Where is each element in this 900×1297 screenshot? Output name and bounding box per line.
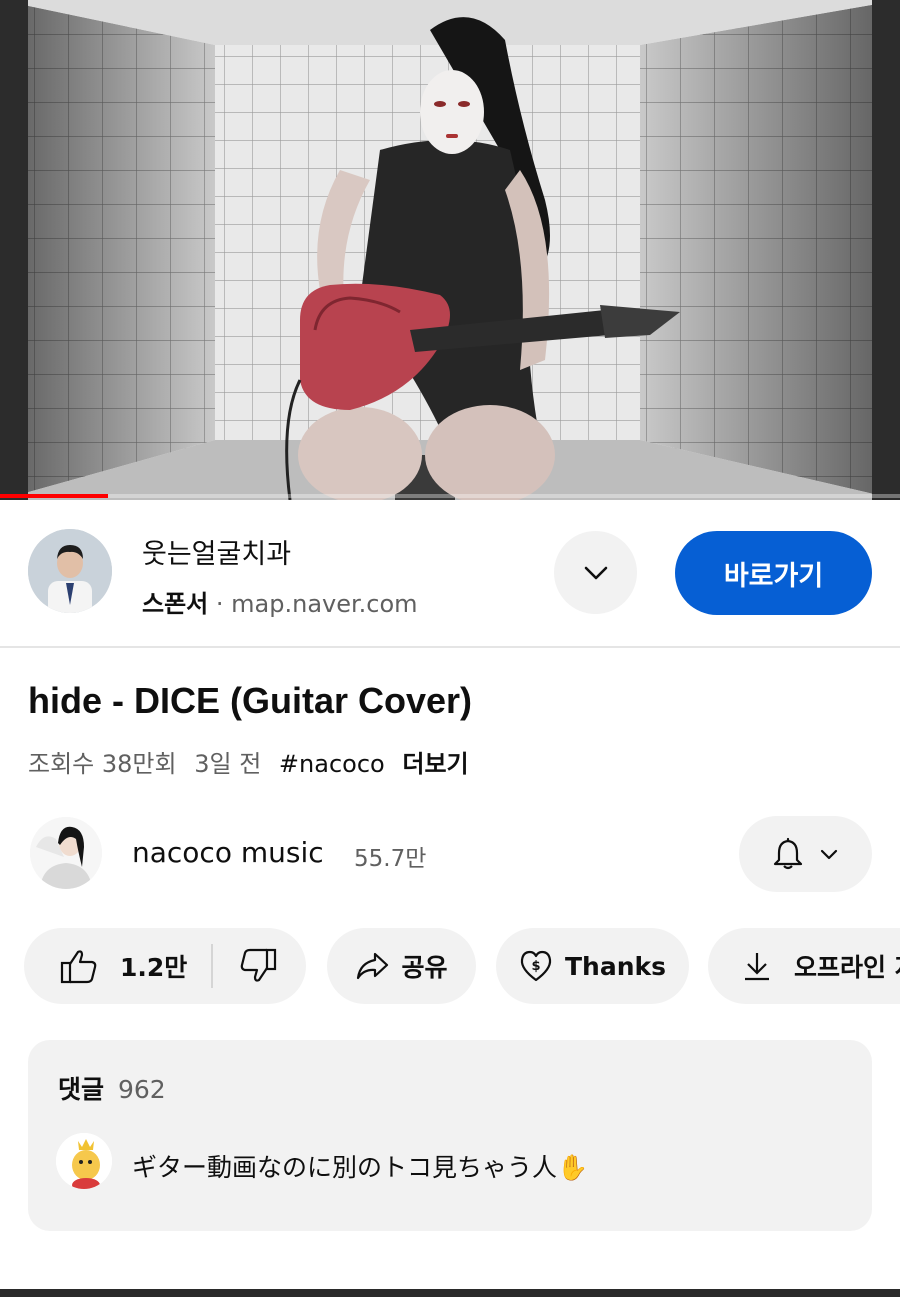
sponsor-name: 웃는얼굴치과 (142, 539, 292, 570)
thumbs-up-icon (60, 948, 98, 984)
comments-label: 댓글 (58, 1075, 105, 1104)
top-comment-text: ギター動画なのに別のトコ見ちゃう人✋ (132, 1153, 589, 1182)
sponsor-subline: 스폰서 · map.naver.com (142, 584, 418, 619)
like-dislike-group: 1.2만 (24, 928, 306, 1004)
hashtag-link[interactable]: #nacoco (279, 750, 385, 778)
comments-card[interactable]: 댓글 962 ギター動画なのに別のトコ見ちゃう人✋ (28, 1040, 872, 1231)
sponsor-badge: 스폰서 (142, 590, 209, 618)
sponsor-cta-button[interactable]: 바로가기 (675, 531, 872, 615)
bell-icon (773, 837, 802, 870)
like-count: 1.2만 (120, 953, 188, 982)
video-progress-fill (0, 494, 108, 498)
download-icon (742, 950, 772, 982)
sponsor-avatar-image (28, 529, 112, 613)
svg-text:$: $ (531, 959, 540, 974)
like-button[interactable]: 1.2만 (24, 928, 187, 1004)
view-count: 조회수 38만회 (28, 750, 177, 778)
sponsor-expand-button[interactable] (554, 531, 637, 614)
offline-save-button[interactable]: 오프라인 저장 (708, 928, 900, 1004)
video-progress-bar[interactable] (0, 494, 900, 498)
share-button[interactable]: 공유 (327, 928, 476, 1004)
video-title[interactable]: hide - DICE (Guitar Cover) (28, 680, 472, 722)
chevron-down-icon (820, 849, 837, 860)
comments-count: 962 (117, 1075, 166, 1104)
video-details-sheet: 웃는얼굴치과 스폰서 · map.naver.com 바로가기 hide - D… (0, 500, 900, 1297)
commenter-avatar (56, 1133, 112, 1189)
thumbs-down-icon (239, 948, 277, 984)
channel-avatar-image (30, 817, 102, 889)
channel-name[interactable]: nacoco music (132, 836, 324, 869)
dislike-button[interactable] (213, 928, 277, 1004)
thanks-label: Thanks (564, 951, 667, 981)
commenter-avatar-image (56, 1133, 112, 1189)
comments-header: 댓글 962 (58, 1070, 166, 1106)
video-meta[interactable]: 조회수 38만회 3일 전 #nacoco 더보기 (28, 744, 479, 779)
upload-age: 3일 전 (194, 750, 262, 778)
share-arrow-icon (355, 951, 389, 981)
heart-dollar-icon: $ (519, 950, 553, 982)
chevron-down-icon (584, 566, 607, 579)
video-player[interactable] (0, 0, 900, 500)
sponsor-separator: · (215, 590, 224, 618)
offline-label: 오프라인 저장 (794, 953, 900, 982)
sponsor-avatar[interactable] (28, 529, 112, 613)
channel-avatar[interactable] (30, 817, 102, 889)
next-item-edge (0, 1289, 900, 1297)
subscriber-count: 55.7만 (354, 846, 427, 872)
share-label: 공유 (401, 953, 448, 982)
sponsor-card[interactable]: 웃는얼굴치과 스폰서 · map.naver.com 바로가기 (0, 500, 900, 648)
more-link[interactable]: 더보기 (402, 750, 468, 778)
video-frame (0, 0, 900, 500)
thanks-button[interactable]: $ Thanks (496, 928, 689, 1004)
sponsor-domain: map.naver.com (231, 590, 418, 618)
subscription-bell-button[interactable] (739, 816, 872, 892)
